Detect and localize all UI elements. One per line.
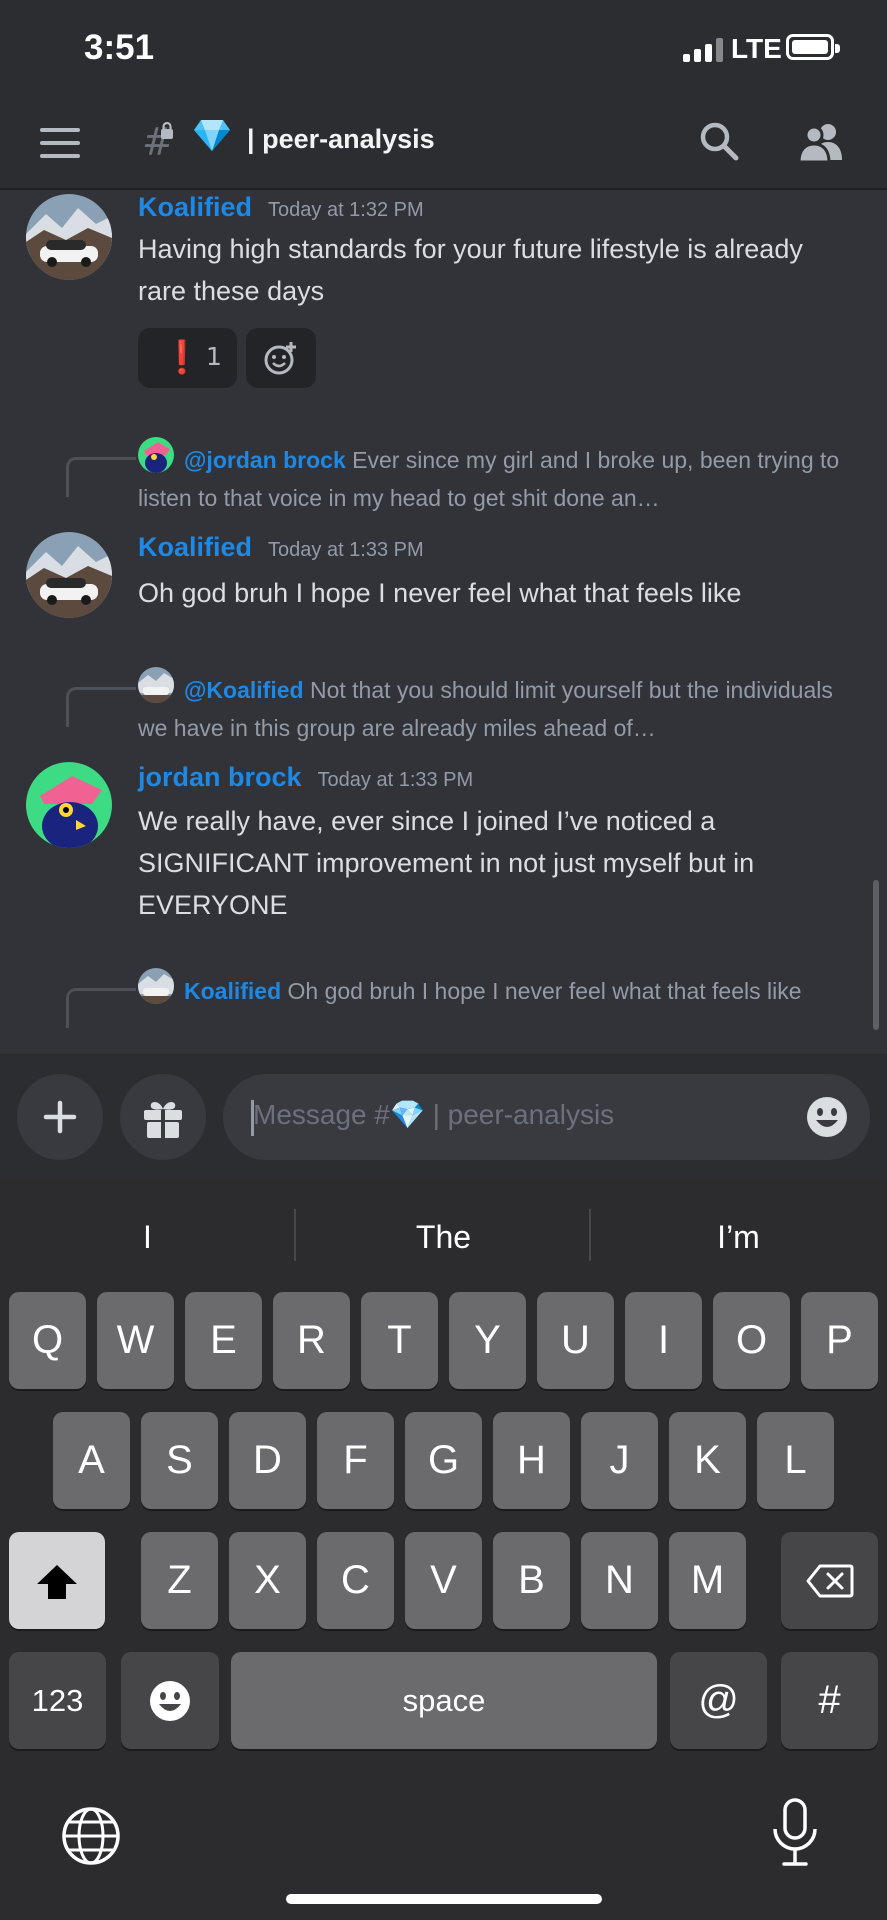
microphone-icon[interactable] xyxy=(770,1797,820,1869)
key-s[interactable]: S xyxy=(141,1412,218,1509)
emoji-keyboard-key[interactable] xyxy=(121,1652,219,1749)
exclamation-emoji: ❗ xyxy=(162,338,202,376)
message-text: Oh god bruh I hope I never feel what tha… xyxy=(138,578,742,608)
reply-preview[interactable]: Koalified Oh god bruh I hope I never fee… xyxy=(0,968,887,1048)
globe-icon[interactable] xyxy=(60,1805,122,1867)
message-composer: Message #💎 | peer-analysis xyxy=(0,1054,887,1179)
key-a[interactable]: A xyxy=(53,1412,130,1509)
message-list[interactable]: Koalified Today at 1:32 PM Having high st… xyxy=(0,190,887,1054)
hash-key[interactable]: # xyxy=(781,1652,878,1749)
suggestion-1[interactable]: I xyxy=(0,1209,295,1265)
menu-icon[interactable] xyxy=(40,128,80,158)
reply-text: Koalified Oh god bruh I hope I never fee… xyxy=(184,978,802,1004)
message-text: Having high standards for your future li… xyxy=(138,234,803,306)
reply-preview[interactable]: @jordan brock Ever since my girl and I b… xyxy=(0,437,887,517)
key-q[interactable]: Q xyxy=(9,1292,86,1389)
key-p[interactable]: P xyxy=(801,1292,878,1389)
key-m[interactable]: M xyxy=(669,1532,746,1629)
message-timestamp: Today at 1:32 PM xyxy=(268,199,424,221)
key-w[interactable]: W xyxy=(97,1292,174,1389)
key-b[interactable]: B xyxy=(493,1532,570,1629)
shift-key[interactable] xyxy=(9,1532,105,1629)
key-i[interactable]: I xyxy=(625,1292,702,1389)
reply-connector xyxy=(66,457,136,497)
reply-preview[interactable]: @Koalified Not that you should limit you… xyxy=(0,667,887,747)
search-icon[interactable] xyxy=(698,120,742,164)
key-e[interactable]: E xyxy=(185,1292,262,1389)
suggestion-2[interactable]: The xyxy=(296,1209,591,1265)
numbers-key[interactable]: 123 xyxy=(9,1652,106,1749)
space-key[interactable]: space xyxy=(231,1652,657,1749)
key-z[interactable]: Z xyxy=(141,1532,218,1629)
key-n[interactable]: N xyxy=(581,1532,658,1629)
message-author[interactable]: Koalified Today at 1:32 PM xyxy=(138,192,424,223)
channel-separator: | xyxy=(247,124,255,154)
lock-icon xyxy=(160,121,174,145)
channel-title: | peer-analysis xyxy=(247,124,435,155)
reply-author: @jordan brock xyxy=(184,447,346,473)
key-d[interactable]: D xyxy=(229,1412,306,1509)
status-bar: 3:51 LTE xyxy=(0,0,887,98)
key-x[interactable]: X xyxy=(229,1532,306,1629)
attach-button[interactable] xyxy=(17,1074,103,1160)
message-author[interactable]: Koalified Today at 1:33 PM xyxy=(138,532,424,563)
key-j[interactable]: J xyxy=(581,1412,658,1509)
channel-name: peer-analysis xyxy=(262,124,435,154)
channel-header: # | peer-analysis xyxy=(0,98,887,190)
key-g[interactable]: G xyxy=(405,1412,482,1509)
avatar[interactable] xyxy=(26,762,112,848)
avatar[interactable] xyxy=(26,194,112,280)
key-t[interactable]: T xyxy=(361,1292,438,1389)
reaction-chip[interactable]: ❗ 1 xyxy=(138,328,237,388)
emoji-icon[interactable] xyxy=(806,1096,848,1138)
home-indicator[interactable] xyxy=(286,1894,602,1904)
key-h[interactable]: H xyxy=(493,1412,570,1509)
network-type: LTE xyxy=(731,33,782,64)
add-reaction-button[interactable] xyxy=(246,328,316,388)
reply-text: @Koalified Not that you should limit you… xyxy=(138,677,833,741)
message-author[interactable]: jordan brock Today at 1:33 PM xyxy=(138,762,473,793)
message-input[interactable]: Message #💎 | peer-analysis xyxy=(223,1074,870,1160)
reply-connector xyxy=(66,687,136,727)
message-placeholder: Message #💎 | peer-analysis xyxy=(253,1099,615,1130)
battery-icon xyxy=(786,34,840,60)
avatar[interactable] xyxy=(26,532,112,618)
key-l[interactable]: L xyxy=(757,1412,834,1509)
members-icon[interactable] xyxy=(797,120,846,164)
message-text: We really have, ever since I joined I’ve… xyxy=(138,806,755,920)
reaction-count: 1 xyxy=(206,342,222,371)
key-u[interactable]: U xyxy=(537,1292,614,1389)
gem-icon xyxy=(193,118,231,156)
reply-author: @Koalified xyxy=(184,677,304,703)
gift-button[interactable] xyxy=(120,1074,206,1160)
reply-text: @jordan brock Ever since my girl and I b… xyxy=(138,447,840,511)
keyboard: I The I’m Q W E R T Y U I O P A S D F G … xyxy=(0,1179,887,1920)
cellular-signal-icon xyxy=(683,38,725,62)
message-timestamp: Today at 1:33 PM xyxy=(268,539,424,561)
key-o[interactable]: O xyxy=(713,1292,790,1389)
reply-connector xyxy=(66,988,136,1028)
key-c[interactable]: C xyxy=(317,1532,394,1629)
key-r[interactable]: R xyxy=(273,1292,350,1389)
at-key[interactable]: @ xyxy=(670,1652,767,1749)
reply-author: Koalified xyxy=(184,978,282,1004)
key-k[interactable]: K xyxy=(669,1412,746,1509)
key-y[interactable]: Y xyxy=(449,1292,526,1389)
scrollbar[interactable] xyxy=(873,880,879,1030)
message-timestamp: Today at 1:33 PM xyxy=(317,769,474,791)
suggestion-3[interactable]: I’m xyxy=(591,1209,886,1265)
backspace-key[interactable] xyxy=(781,1532,878,1629)
key-v[interactable]: V xyxy=(405,1532,482,1629)
key-f[interactable]: F xyxy=(317,1412,394,1509)
status-time: 3:51 xyxy=(84,28,155,67)
